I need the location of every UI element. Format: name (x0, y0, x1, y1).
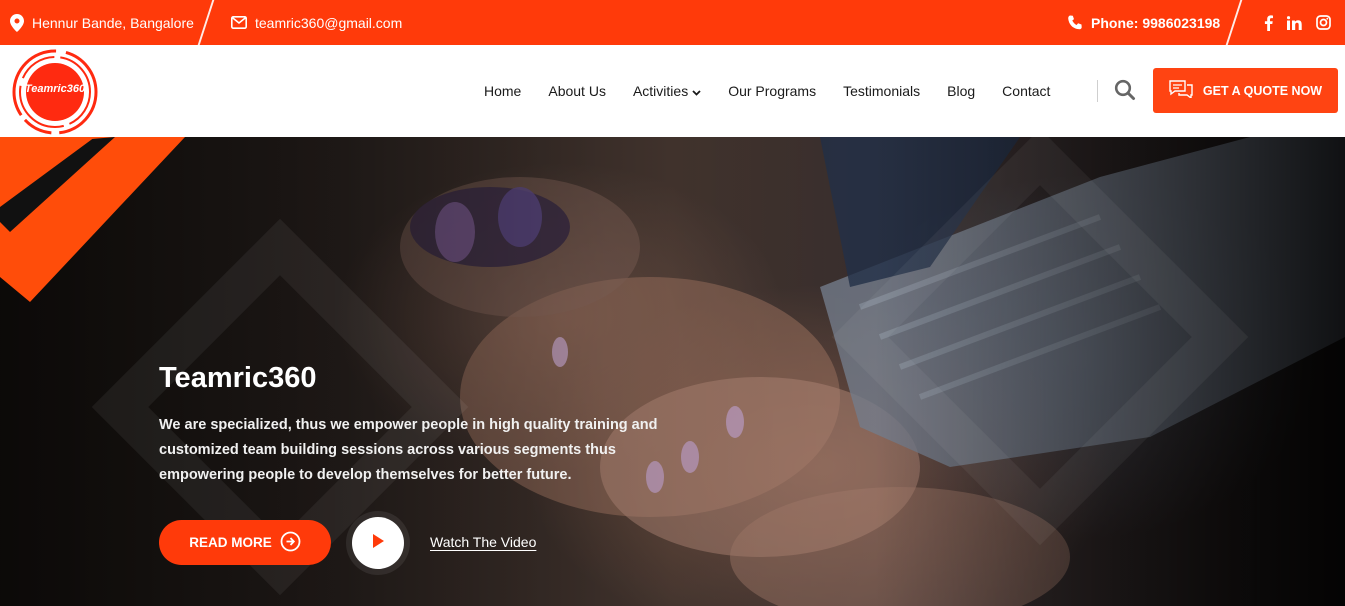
hero-description: We are specialized, thus we empower peop… (159, 417, 658, 483)
phone-icon (1067, 15, 1083, 31)
phone-text[interactable]: Phone: 9986023198 (1091, 15, 1220, 31)
facebook-icon[interactable] (1264, 14, 1273, 31)
nav-item-about-us[interactable]: About Us (548, 83, 606, 99)
read-more-button[interactable]: READ MORE (159, 520, 331, 565)
nav-item-activities[interactable]: Activities (633, 83, 701, 99)
phone-info[interactable]: Phone: 9986023198 (1067, 0, 1220, 45)
read-more-label: READ MORE (189, 535, 272, 550)
nav-item-contact[interactable]: Contact (1002, 83, 1050, 99)
address-info: Hennur Bande, Bangalore (10, 0, 194, 45)
chevron-down-icon (692, 83, 701, 99)
watch-video-link[interactable]: Watch The Video (430, 534, 536, 550)
nav-item-our-programs[interactable]: Our Programs (728, 83, 816, 99)
search-icon[interactable] (1114, 79, 1136, 106)
main-nav: Home About Us Activities Our Programs Te… (484, 45, 1077, 137)
play-icon (371, 533, 385, 554)
address-text: Hennur Bande, Bangalore (32, 14, 194, 31)
main-header: Teamric360 Home About Us Activities Our … (0, 45, 1345, 137)
arrow-circle-right-icon (280, 531, 301, 555)
hero-title: Teamric360 (159, 362, 317, 394)
nav-item-home[interactable]: Home (484, 83, 521, 99)
topbar-divider (1225, 0, 1243, 45)
top-bar: Hennur Bande, Bangalore teamric360@gmail… (0, 0, 1345, 45)
topbar-divider (197, 0, 215, 45)
nav-item-testimonials[interactable]: Testimonials (843, 83, 920, 99)
get-quote-label: GET A QUOTE NOW (1202, 83, 1323, 98)
nav-divider (1097, 80, 1098, 102)
instagram-icon[interactable] (1316, 15, 1331, 30)
site-logo[interactable]: Teamric360 (12, 49, 98, 135)
linkedin-icon[interactable] (1287, 15, 1302, 30)
hero-banner: Teamric360 We are specialized, thus we e… (0, 137, 1345, 606)
social-links (1264, 0, 1331, 45)
get-quote-button[interactable]: GET A QUOTE NOW (1153, 68, 1338, 113)
envelope-icon (231, 16, 247, 29)
play-video-button[interactable] (352, 517, 404, 569)
chat-bubble-icon (1169, 80, 1193, 101)
location-pin-icon (10, 13, 24, 32)
email-link[interactable]: teamric360@gmail.com (255, 15, 402, 31)
logo-text: Teamric360 (24, 83, 86, 95)
nav-item-blog[interactable]: Blog (947, 83, 975, 99)
email-info[interactable]: teamric360@gmail.com (231, 0, 402, 45)
